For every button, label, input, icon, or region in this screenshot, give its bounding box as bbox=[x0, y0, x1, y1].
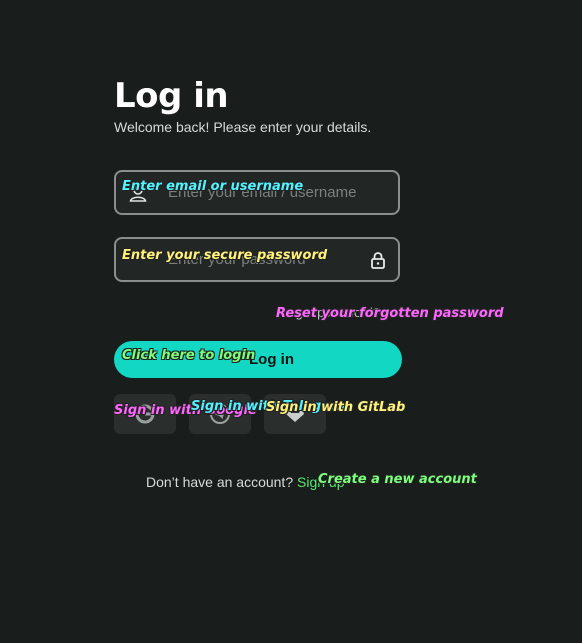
telegram-icon bbox=[210, 404, 230, 424]
lock-icon[interactable] bbox=[368, 250, 388, 270]
signup-row: Don’t have an account? Sign up bbox=[146, 474, 344, 490]
google-signin-button[interactable] bbox=[114, 394, 176, 434]
gitlab-signin-button[interactable] bbox=[264, 394, 326, 434]
username-field-container: Enter email or username bbox=[114, 170, 400, 215]
login-button[interactable]: Log in bbox=[114, 341, 402, 378]
signup-link[interactable]: Sign up bbox=[297, 474, 344, 490]
gitlab-icon bbox=[286, 407, 304, 422]
signup-prompt: Don’t have an account? bbox=[146, 474, 294, 490]
username-input[interactable] bbox=[116, 172, 398, 213]
page-title: Log in bbox=[114, 76, 229, 116]
google-icon bbox=[135, 404, 155, 424]
telegram-signin-button[interactable] bbox=[189, 394, 251, 434]
password-input[interactable] bbox=[116, 239, 398, 280]
password-field-container: Enter your secure password bbox=[114, 237, 400, 282]
login-card: Log in Welcome back! Please enter your d… bbox=[114, 76, 504, 490]
forgot-password-link[interactable]: Forgot password? bbox=[276, 305, 380, 320]
page-subtitle: Welcome back! Please enter your details. bbox=[114, 119, 372, 135]
